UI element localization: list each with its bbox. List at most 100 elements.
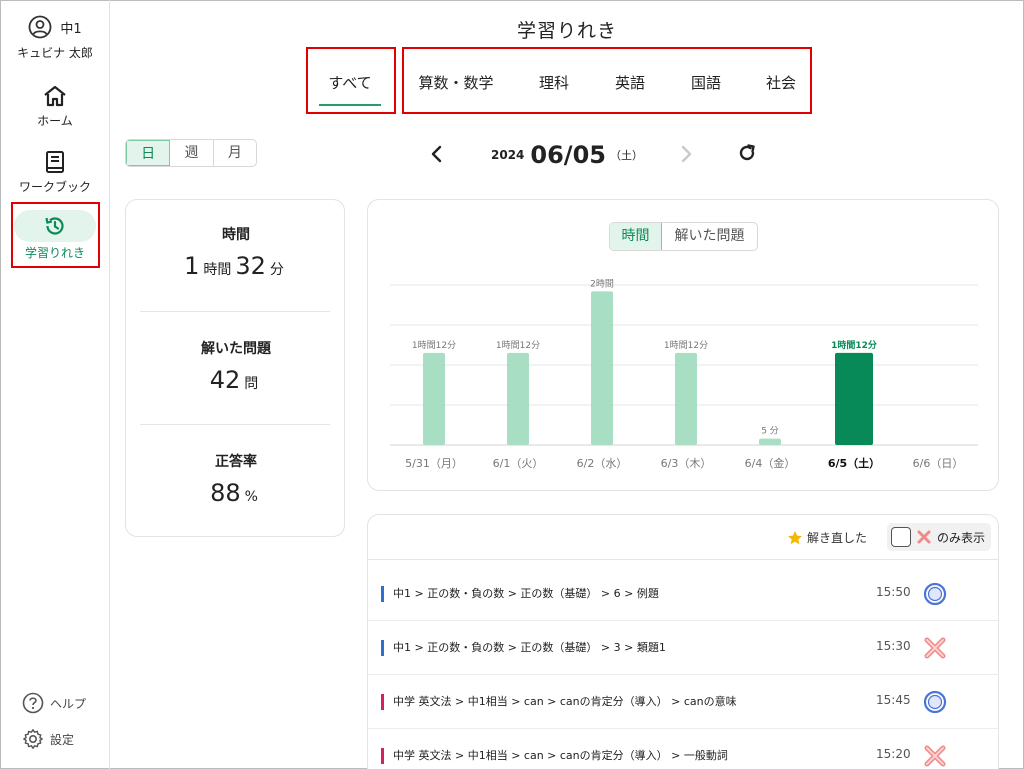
stat-time-minutes: 32	[235, 252, 266, 280]
history-row-time: 15:20	[876, 747, 911, 761]
period-month-button[interactable]: 月	[214, 140, 256, 166]
highlight-nav-history	[11, 202, 100, 268]
period-toggle: 日 週 月	[125, 139, 257, 167]
stat-time-hours: 1	[184, 252, 200, 280]
sidebar: 中1 キュビナ 太郎 ホーム ワークブック 学習りれき ヘルプ 設定	[0, 0, 110, 769]
current-date: 2024 06/05 （土）	[491, 138, 643, 172]
chart-category-label: 6/3（木）	[661, 457, 712, 470]
stat-solved-unit: 問	[244, 376, 259, 392]
stat-solved-number: 42	[209, 366, 241, 394]
chart-bar	[507, 352, 529, 445]
stat-time-hours-unit: 時間	[203, 262, 232, 278]
chart-category-label: 6/1（火）	[493, 457, 544, 470]
wrong-cross-icon	[922, 635, 948, 665]
chart-bar	[423, 352, 445, 445]
only-wrong-checkbox[interactable]	[891, 527, 911, 547]
chart-category-label: 6/6（日）	[913, 457, 964, 470]
stat-accuracy-value: 88%	[126, 479, 346, 507]
gear-icon	[23, 729, 43, 749]
chart-bar	[591, 291, 613, 445]
nav-workbook[interactable]: ワークブック	[12, 150, 98, 195]
stat-accuracy-unit: %	[244, 489, 258, 505]
stat-accuracy-number: 88	[210, 479, 241, 507]
wrong-cross-icon	[922, 743, 948, 769]
history-row-time: 15:30	[876, 639, 911, 653]
history-row-path: 中学 英文法 > 中1相当 > can > canの肯定分（導入） > canの…	[393, 695, 737, 708]
cross-icon	[917, 530, 931, 544]
user-grade: 中1	[60, 21, 82, 37]
chart-value-label: 1時間12分	[412, 340, 456, 351]
history-toolbar: 解き直した のみ表示	[368, 515, 998, 560]
history-row-path: 中1 > 正の数・負の数 > 正の数（基礎） > 3 > 類題1	[393, 641, 666, 654]
correct-circle-icon	[922, 689, 948, 719]
book-icon	[46, 151, 64, 173]
highlight-tab-all	[306, 47, 396, 114]
history-row-path: 中学 英文法 > 中1相当 > can > canの肯定分（導入） > 一般動詞	[393, 749, 728, 762]
history-row[interactable]: 中学 英文法 > 中1相当 > can > canの肯定分（導入） > canの…	[368, 675, 998, 729]
history-row-time: 15:50	[876, 585, 911, 599]
only-wrong-label: のみ表示	[937, 530, 986, 545]
nav-home-label: ホーム	[37, 114, 73, 128]
chart-category-label: 5/31（月）	[405, 457, 463, 470]
settings-link[interactable]: 設定	[22, 728, 74, 750]
chevron-left-icon[interactable]	[429, 144, 445, 164]
help-label: ヘルプ	[50, 696, 87, 711]
user-profile[interactable]: 中1 キュビナ 太郎	[0, 14, 110, 61]
history-row-path: 中1 > 正の数・負の数 > 正の数（基礎） > 6 > 例題	[393, 587, 659, 600]
settings-label: 設定	[50, 732, 75, 747]
nav-workbook-label: ワークブック	[18, 180, 91, 194]
help-icon	[22, 692, 44, 714]
star-icon	[788, 530, 802, 544]
chevron-right-icon[interactable]	[678, 144, 694, 164]
chart-bar	[835, 352, 873, 445]
stats-divider	[140, 424, 330, 425]
correct-circle-icon	[922, 581, 948, 611]
history-card: 解き直した のみ表示 中1 > 正の数・負の数 > 正の数（基礎） > 6 > …	[367, 514, 999, 769]
subject-color-bar	[381, 586, 384, 602]
period-week-button[interactable]: 週	[170, 140, 214, 166]
stats-card: 時間 1 時間 32 分 解いた問題 42 問 正答率 88%	[125, 199, 345, 537]
user-name: キュビナ 太郎	[17, 46, 93, 60]
stat-time-value: 1 時間 32 分	[126, 252, 346, 280]
chart-value-label: 1時間12分	[496, 340, 540, 351]
stat-time-minutes-unit: 分	[269, 262, 284, 278]
stat-time: 時間 1 時間 32 分	[126, 224, 346, 280]
stat-accuracy: 正答率 88%	[126, 451, 346, 507]
chart-card: 時間 解いた問題 1時間12分 5/31（月） 1時間12分 6/1（火） 2時間 6/2…	[367, 199, 999, 491]
chart-bar	[759, 438, 781, 445]
only-wrong-filter[interactable]: のみ表示	[887, 523, 991, 551]
bar-chart: 1時間12分 5/31（月） 1時間12分 6/1（火） 2時間 6/2（水） 1時間12分…	[390, 278, 978, 470]
help-link[interactable]: ヘルプ	[22, 692, 86, 714]
subject-color-bar	[381, 694, 384, 710]
stat-time-label: 時間	[222, 227, 250, 243]
date-dow: （土）	[609, 149, 643, 162]
chart-value-label: 1時間12分	[831, 339, 877, 351]
history-row[interactable]: 中1 > 正の数・負の数 > 正の数（基礎） > 3 > 類題1 15:30	[368, 621, 998, 675]
chart-value-label: 2時間	[590, 278, 614, 289]
page-title: 学習りれき	[516, 20, 617, 42]
resolved-filter[interactable]: 解き直した	[787, 529, 867, 546]
subject-color-bar	[381, 640, 384, 656]
history-row[interactable]: 中学 英文法 > 中1相当 > can > canの肯定分（導入） > 一般動詞…	[368, 729, 998, 769]
stat-solved: 解いた問題 42 問	[126, 338, 346, 394]
stat-accuracy-label: 正答率	[215, 454, 257, 470]
history-row-time: 15:45	[876, 693, 911, 707]
date-year: 2024	[491, 148, 525, 162]
stat-solved-value: 42 問	[126, 366, 346, 394]
subject-color-bar	[381, 748, 384, 764]
date-main: 06/05	[530, 141, 606, 169]
nav-home[interactable]: ホーム	[12, 84, 98, 129]
stats-divider	[140, 311, 330, 312]
resolved-label: 解き直した	[807, 531, 868, 545]
chart-category-label: 6/5（土）	[828, 456, 880, 470]
stat-solved-label: 解いた問題	[201, 341, 271, 357]
chart-bar	[675, 352, 697, 445]
period-day-button[interactable]: 日	[126, 140, 171, 166]
chart-category-label: 6/4（金）	[745, 456, 796, 470]
home-icon	[44, 85, 66, 107]
refresh-icon[interactable]	[736, 142, 758, 164]
history-row[interactable]: 中1 > 正の数・負の数 > 正の数（基礎） > 6 > 例題 15:50	[368, 567, 998, 621]
user-icon	[28, 15, 52, 39]
chart-value-label: 5 分	[761, 426, 779, 437]
chart-value-label: 1時間12分	[664, 340, 708, 351]
